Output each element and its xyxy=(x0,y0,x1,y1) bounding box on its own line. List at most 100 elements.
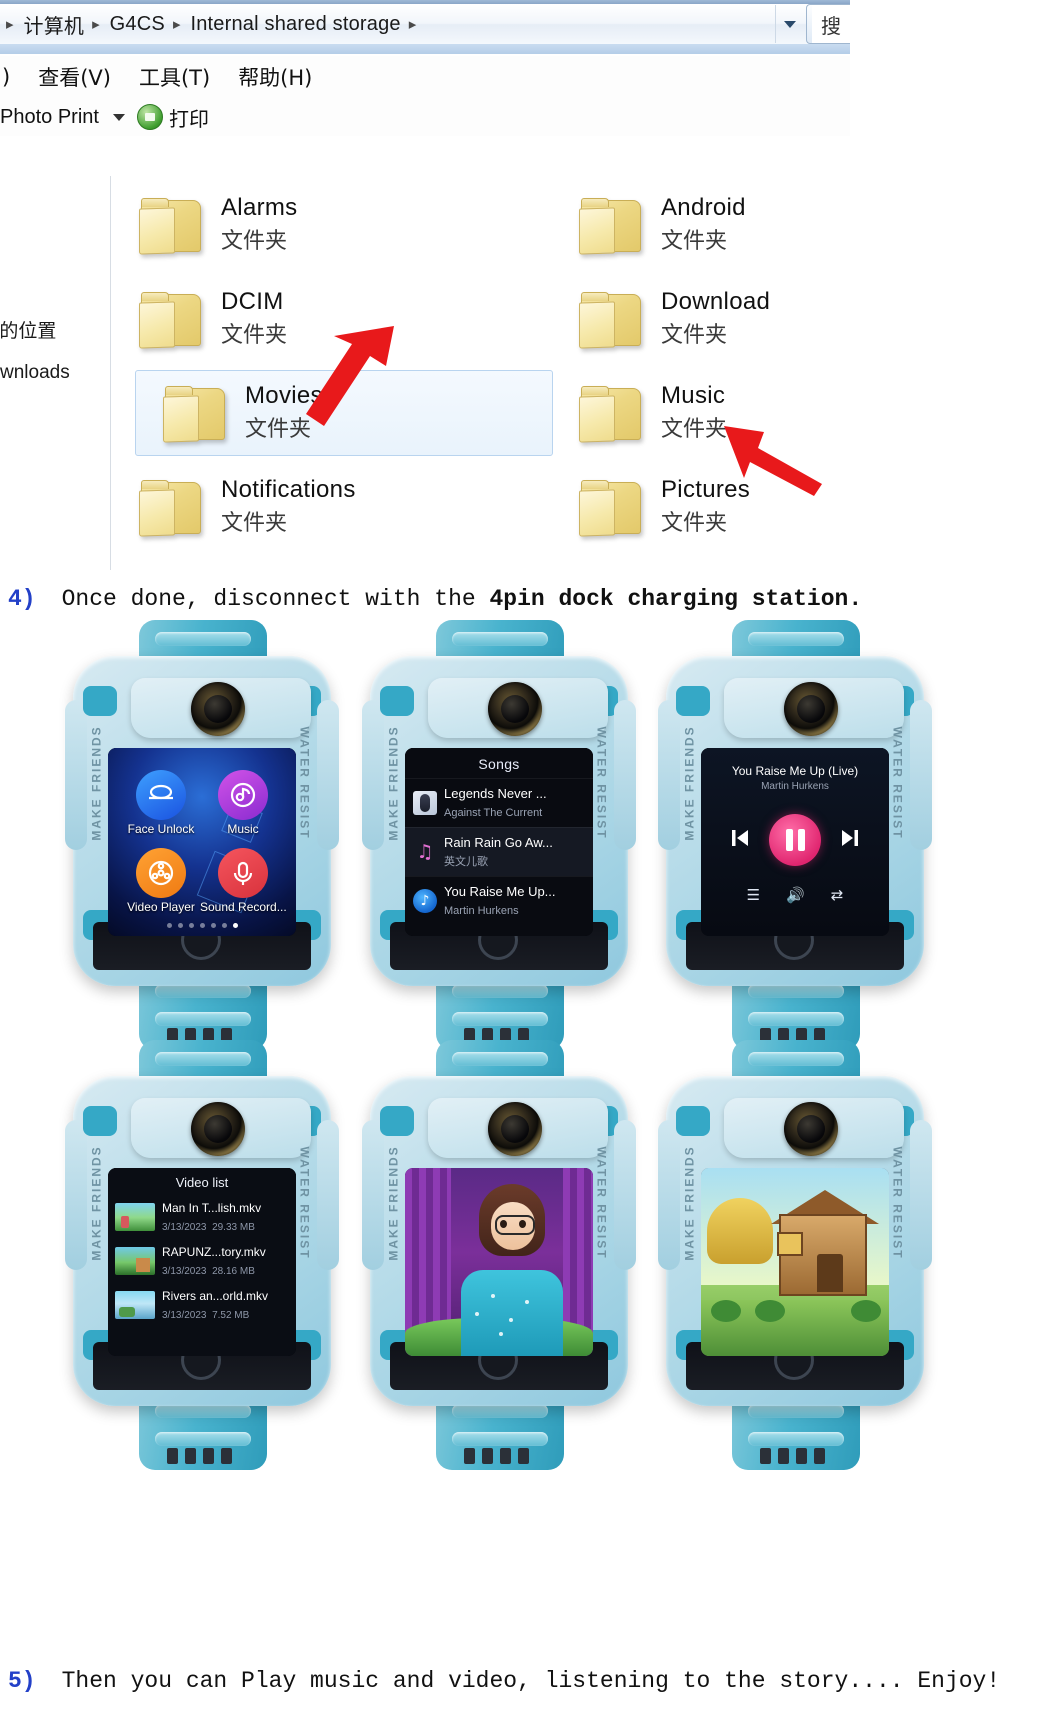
secondary-controls[interactable]: ☰ 🔊 ⇄ xyxy=(701,886,889,904)
folder-icon xyxy=(579,480,643,537)
crown-button[interactable] xyxy=(325,1240,337,1264)
file-name: Pictures xyxy=(661,476,751,504)
menu-item-clipped[interactable]: ) xyxy=(0,65,24,89)
volume-icon[interactable]: 🔊 xyxy=(786,886,805,904)
song-list[interactable]: Songs Legends Never ... Against The Curr… xyxy=(405,748,593,936)
print-button[interactable]: 打印 xyxy=(169,103,213,132)
watch-app-grid: MAKE FRIENDS WATER RESIST Face Unlock Mu… xyxy=(55,620,355,1050)
video-thumbnail xyxy=(115,1247,155,1275)
file-type: 文件夹 xyxy=(221,323,288,349)
video-row[interactable]: Rivers an...orld.mkv 3/13/2023 7.52 MB xyxy=(108,1283,296,1327)
bezel-text-left: MAKE FRIENDS xyxy=(89,725,104,841)
breadcrumb-separator-3: ▸ xyxy=(408,16,417,33)
transport-controls[interactable] xyxy=(701,814,889,866)
previous-track-icon[interactable] xyxy=(729,827,751,854)
search-input[interactable]: 搜 xyxy=(812,4,850,44)
file-item-download[interactable]: Download 文件夹 xyxy=(551,276,850,362)
breadcrumb-item-device[interactable]: G4CS xyxy=(106,11,169,38)
repeat-icon[interactable]: ⇄ xyxy=(831,886,844,904)
explorer-body: ]的位置 wnloads Alarms 文件夹 Android 文件夹 xyxy=(0,176,850,570)
menu-bar[interactable]: ) 查看(V) 工具(T) 帮助(H) xyxy=(0,56,850,98)
file-item-android[interactable]: Android 文件夹 xyxy=(551,182,850,268)
watch-screen[interactable]: You Raise Me Up (Live) Martin Hurkens ☰ xyxy=(701,748,889,936)
bezel-text-left: MAKE FRIENDS xyxy=(386,1145,401,1261)
file-item-dcim[interactable]: DCIM 文件夹 xyxy=(111,276,531,362)
address-bar[interactable]: ▸ 计算机 ▸ G4CS ▸ Internal shared storage ▸… xyxy=(0,4,850,45)
photo-print-button[interactable]: Photo Print xyxy=(0,106,103,129)
face-unlock-icon xyxy=(136,770,186,820)
file-item-music[interactable]: Music 文件夹 xyxy=(551,370,850,456)
file-list-pane[interactable]: Alarms 文件夹 Android 文件夹 DCIM 文件夹 Download… xyxy=(111,176,850,570)
song-artist: Against The Current xyxy=(444,807,543,819)
file-type: 文件夹 xyxy=(661,323,728,349)
crown-button[interactable] xyxy=(622,820,634,844)
folder-icon xyxy=(139,292,203,349)
watch-case: MAKE FRIENDS WATER RESIST You Raise Me U… xyxy=(658,656,932,986)
video-thumbnail xyxy=(115,1203,155,1231)
crown-button[interactable] xyxy=(622,1240,634,1264)
song-artist: Martin Hurkens xyxy=(444,905,519,917)
playlist-icon[interactable]: ☰ xyxy=(747,886,760,904)
app-grid[interactable]: Face Unlock Music Video Player Sound Rec… xyxy=(108,748,296,936)
watch-screen[interactable]: Songs Legends Never ... Against The Curr… xyxy=(405,748,593,936)
app-label: Sound Record... xyxy=(200,900,287,914)
watch-screen[interactable]: Video list Man In T...lish.mkv 3/13/2023… xyxy=(108,1168,296,1356)
file-name: Movies xyxy=(245,382,323,410)
file-item-movies[interactable]: Movies 文件夹 xyxy=(135,370,553,456)
song-row[interactable]: ♫ Rain Rain Go Aw... 英文儿歌 xyxy=(405,827,593,876)
page-indicator xyxy=(108,923,296,928)
menu-item-help[interactable]: 帮助(H) xyxy=(224,62,326,92)
step-5-number: 5) xyxy=(8,1668,36,1694)
file-item-alarms[interactable]: Alarms 文件夹 xyxy=(111,182,531,268)
address-dropdown-button[interactable] xyxy=(775,5,804,43)
song-row[interactable]: Legends Never ... Against The Current xyxy=(405,778,593,827)
crown-button[interactable] xyxy=(918,820,930,844)
file-item-notifications[interactable]: Notifications 文件夹 xyxy=(111,464,531,550)
crown-button[interactable] xyxy=(325,820,337,844)
app-label: Music xyxy=(227,822,259,836)
film-reel-icon xyxy=(136,848,186,898)
window-accent-line xyxy=(0,44,850,54)
file-name: Music xyxy=(661,382,726,410)
video-frame-cartoon-cottage[interactable] xyxy=(701,1168,889,1356)
watch-screen[interactable] xyxy=(405,1168,593,1356)
video-name: Rivers an...orld.mkv xyxy=(162,1289,269,1303)
app-music[interactable]: Music xyxy=(200,770,286,838)
app-video-player[interactable]: Video Player xyxy=(118,848,204,916)
video-list[interactable]: Video list Man In T...lish.mkv 3/13/2023… xyxy=(108,1168,296,1356)
file-type: 文件夹 xyxy=(661,229,728,255)
next-track-icon[interactable] xyxy=(839,827,861,854)
nav-item-clipped-downloads[interactable]: wnloads xyxy=(0,362,70,384)
file-type: 文件夹 xyxy=(221,229,288,255)
app-sound-record[interactable]: Sound Record... xyxy=(200,848,287,916)
bezel-text-right: WATER RESIST xyxy=(594,1146,609,1260)
microphone-icon xyxy=(218,848,268,898)
camera-icon xyxy=(488,1102,542,1156)
video-meta: 3/13/2023 28.16 MB xyxy=(162,1266,255,1277)
app-face-unlock[interactable]: Face Unlock xyxy=(118,770,204,838)
breadcrumb[interactable]: ▸ 计算机 ▸ G4CS ▸ Internal shared storage ▸ xyxy=(0,4,775,44)
song-row[interactable]: ♪ You Raise Me Up... Martin Hurkens xyxy=(405,876,593,925)
breadcrumb-item-internal-storage[interactable]: Internal shared storage xyxy=(186,11,404,38)
music-player[interactable]: You Raise Me Up (Live) Martin Hurkens ☰ xyxy=(701,748,889,936)
file-name: Alarms xyxy=(221,194,298,222)
pause-icon[interactable] xyxy=(769,814,821,866)
file-item-pictures[interactable]: Pictures 文件夹 xyxy=(551,464,850,550)
tool-bar[interactable]: Photo Print 打印 xyxy=(0,98,850,136)
nav-item-clipped-location[interactable]: ]的位置 xyxy=(0,316,56,343)
breadcrumb-item-computer[interactable]: 计算机 xyxy=(20,8,89,41)
camera-icon xyxy=(488,682,542,736)
watch-screen[interactable] xyxy=(701,1168,889,1356)
video-meta: 3/13/2023 29.33 MB xyxy=(162,1222,255,1233)
crown-button[interactable] xyxy=(918,1240,930,1264)
menu-item-view[interactable]: 查看(V) xyxy=(24,62,125,92)
navigation-pane[interactable]: ]的位置 wnloads xyxy=(0,176,111,570)
folder-icon xyxy=(139,480,203,537)
video-row[interactable]: RAPUNZ...tory.mkv 3/13/2023 28.16 MB xyxy=(108,1239,296,1283)
step-4-text-bold: 4pin dock charging station. xyxy=(489,586,863,612)
video-row[interactable]: Man In T...lish.mkv 3/13/2023 29.33 MB xyxy=(108,1195,296,1239)
video-frame-cartoon-girl[interactable] xyxy=(405,1168,593,1356)
menu-item-tools[interactable]: 工具(T) xyxy=(125,62,224,92)
watch-screen[interactable]: Face Unlock Music Video Player Sound Rec… xyxy=(108,748,296,936)
chevron-down-icon[interactable] xyxy=(112,113,125,121)
